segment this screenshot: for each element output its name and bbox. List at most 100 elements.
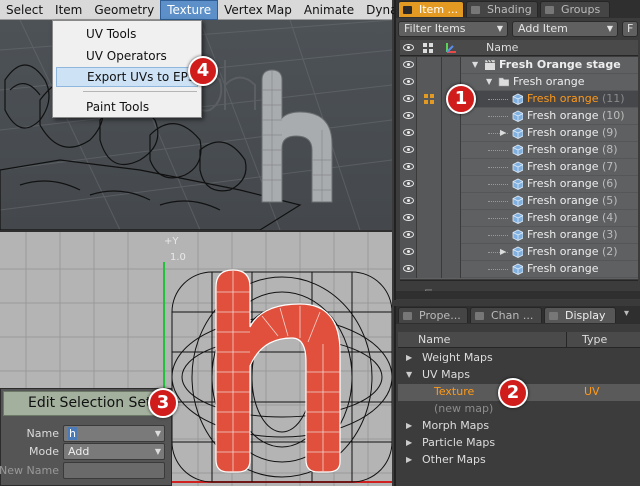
f-button[interactable]: F (622, 21, 638, 37)
item-row[interactable]: Fresh orange (10) (400, 108, 638, 125)
tab-items[interactable]: Item ... (398, 1, 464, 17)
render-toggle[interactable] (417, 244, 442, 261)
item-row[interactable]: ▼ Fresh orange (400, 74, 638, 91)
visibility-toggle[interactable] (400, 261, 417, 278)
tab-shading[interactable]: Shading (466, 1, 538, 17)
menu-export-uvs-to-eps[interactable]: Export UVs to EPS... (56, 67, 207, 87)
menu-uv-operators[interactable]: UV Operators (53, 46, 201, 66)
visibility-toggle[interactable] (400, 91, 417, 108)
lock-toggle[interactable] (442, 210, 461, 227)
eye-icon (403, 95, 414, 102)
render-toggle[interactable] (417, 91, 442, 108)
render-toggle[interactable] (417, 108, 442, 125)
ess-name-combo[interactable]: h ▼ (63, 425, 165, 442)
vertex-map-row[interactable]: ▶ Morph Maps (398, 418, 640, 435)
lock-toggle[interactable] (442, 244, 461, 261)
expand-chevron-icon[interactable]: ▶ (406, 438, 412, 447)
menu-select[interactable]: Select (0, 0, 49, 20)
render-toggle[interactable] (417, 57, 442, 74)
tab-display[interactable]: Display (544, 307, 616, 323)
visibility-toggle[interactable] (400, 210, 417, 227)
expand-chevron-icon[interactable]: ▼ (406, 370, 412, 379)
lock-toggle[interactable] (442, 142, 461, 159)
tab-groups[interactable]: Groups (540, 1, 610, 17)
panel-menu-icon[interactable]: ▾ (624, 308, 629, 319)
items-tree-list[interactable]: ▼ Fresh Orange stage ▼ Fresh orange Fresh or… (400, 57, 638, 279)
tab-properties[interactable]: Prope... (398, 307, 468, 323)
render-toggle[interactable] (417, 193, 442, 210)
ess-new-name-field[interactable] (63, 462, 165, 479)
item-count: (5) (598, 194, 618, 207)
tab-channels[interactable]: Chan ... (470, 307, 542, 323)
render-toggle[interactable] (417, 74, 442, 91)
menu-vertex-map[interactable]: Vertex Map (218, 0, 298, 20)
visibility-toggle[interactable] (400, 57, 417, 74)
vertex-map-row[interactable]: ▶ Weight Maps (398, 350, 640, 367)
render-toggle[interactable] (417, 125, 442, 142)
vertex-map-list[interactable]: ▶ Weight Maps ▼ UV Maps Texture UV (new map) ▶ M… (398, 349, 640, 486)
expand-chevron-icon[interactable]: ▼ (472, 60, 478, 69)
item-row[interactable]: Fresh orange (6) (400, 176, 638, 193)
item-row[interactable]: ▶ Fresh orange (9) (400, 125, 638, 142)
render-toggle[interactable] (417, 210, 442, 227)
item-row[interactable]: ▼ Fresh Orange stage (400, 57, 638, 74)
vertex-map-row[interactable]: ▶ Particle Maps (398, 435, 640, 452)
expand-chevron-icon[interactable]: ▶ (406, 421, 412, 430)
vmap-column-type[interactable]: Type (582, 333, 607, 346)
item-row[interactable]: Fresh orange (7) (400, 159, 638, 176)
visibility-toggle[interactable] (400, 74, 417, 91)
tree-connector (488, 218, 508, 219)
item-row[interactable]: Fresh orange (8) (400, 142, 638, 159)
menu-uv-tools[interactable]: UV Tools (53, 24, 201, 44)
item-row[interactable]: Fresh orange (5) (400, 193, 638, 210)
item-row[interactable]: Fresh orange (3) (400, 227, 638, 244)
visibility-toggle[interactable] (400, 125, 417, 142)
render-toggle[interactable] (417, 176, 442, 193)
lock-toggle[interactable] (442, 159, 461, 176)
visibility-toggle[interactable] (400, 108, 417, 125)
expand-chevron-icon[interactable]: ▶ (406, 353, 412, 362)
visibility-toggle[interactable] (400, 142, 417, 159)
lock-toggle[interactable] (442, 57, 461, 74)
visibility-toggle[interactable] (400, 176, 417, 193)
item-row[interactable]: Fresh orange (400, 261, 638, 278)
visibility-toggle[interactable] (400, 159, 417, 176)
menu-item[interactable]: Item (49, 0, 88, 20)
lock-toggle[interactable] (442, 227, 461, 244)
lock-toggle[interactable] (442, 176, 461, 193)
render-toggle[interactable] (417, 227, 442, 244)
filter-items-dropdown[interactable]: Filter Items ▼ (398, 21, 508, 37)
item-row[interactable]: Fresh orange (11) (400, 91, 638, 108)
item-row[interactable]: ▶ Fresh orange (2) (400, 244, 638, 261)
menu-animate[interactable]: Animate (298, 0, 360, 20)
menu-paint-tools[interactable]: Paint Tools (53, 97, 201, 117)
visibility-toggle[interactable] (400, 193, 417, 210)
vmap-column-name[interactable]: Name (418, 333, 450, 346)
chevron-down-icon: ▼ (606, 24, 613, 33)
lock-toggle[interactable] (442, 261, 461, 278)
item-row[interactable]: Fresh orange (4) (400, 210, 638, 227)
render-toggle[interactable] (417, 159, 442, 176)
add-item-dropdown[interactable]: Add Item ▼ (512, 21, 618, 37)
vertex-map-row[interactable]: ▶ Other Maps (398, 452, 640, 469)
render-toggle[interactable] (417, 142, 442, 159)
column-name-header[interactable]: Name (486, 41, 518, 54)
menu-texture[interactable]: Texture (160, 0, 219, 20)
lock-toggle[interactable] (442, 193, 461, 210)
expand-chevron-icon[interactable]: ▶ (406, 455, 412, 464)
lock-toggle[interactable] (442, 125, 461, 142)
vertex-map-name: Weight Maps (422, 351, 493, 364)
items-horizontal-scrollbar[interactable] (396, 291, 640, 299)
tree-connector (488, 184, 508, 185)
visibility-toggle[interactable] (400, 227, 417, 244)
expand-chevron-icon[interactable]: ▼ (486, 77, 492, 86)
item-name: Fresh orange (11) (527, 92, 625, 105)
expand-chevron-icon[interactable]: ▶ (500, 128, 506, 137)
ess-mode-select[interactable]: Add ▼ (63, 443, 165, 460)
visibility-toggle[interactable] (400, 244, 417, 261)
eye-icon (403, 61, 414, 68)
menu-geometry[interactable]: Geometry (88, 0, 160, 20)
tab-grip-icon (549, 312, 558, 320)
expand-chevron-icon[interactable]: ▶ (500, 247, 506, 256)
render-toggle[interactable] (417, 261, 442, 278)
